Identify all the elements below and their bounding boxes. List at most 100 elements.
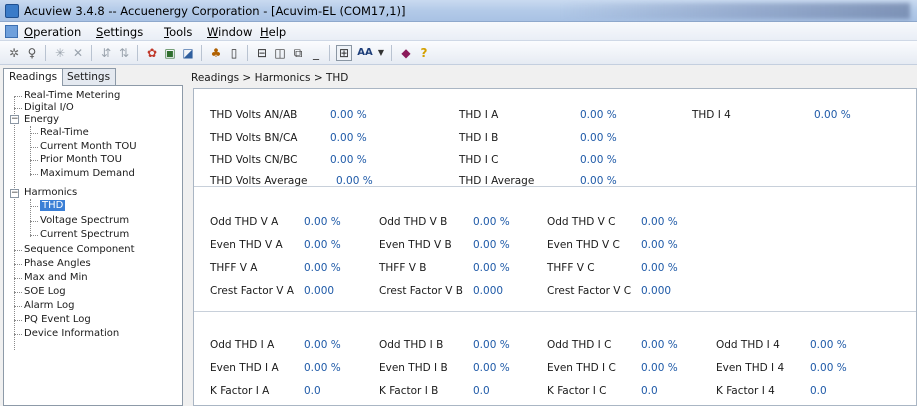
tree-item-label: Real-Time bbox=[40, 127, 89, 138]
tree-item-device-information[interactable]: Device Information bbox=[24, 328, 119, 340]
tree-item-label: Current Spectrum bbox=[40, 229, 130, 240]
star-disabled-icon[interactable]: ✳ bbox=[52, 45, 68, 61]
view-icon[interactable]: ⊞ bbox=[336, 45, 352, 61]
cross-disabled-icon[interactable]: ✕ bbox=[70, 45, 86, 61]
tree-connector bbox=[14, 334, 22, 335]
tree-item-label: Real-Time Metering bbox=[24, 90, 121, 101]
reading-label: THD I 4 bbox=[692, 109, 731, 121]
reading-label: Odd THD V A bbox=[210, 216, 279, 228]
tree-item-digital-io[interactable]: Digital I/O bbox=[24, 102, 74, 114]
dropdown-icon[interactable]: ▼ bbox=[376, 45, 386, 61]
reading-value: 0.00 % bbox=[330, 154, 367, 166]
tree-item-prior-month-tou[interactable]: Prior Month TOU bbox=[40, 154, 122, 166]
reading-label: Even THD V C bbox=[547, 239, 620, 251]
tree-item-current-month-tou[interactable]: Current Month TOU bbox=[40, 141, 137, 153]
monitor-icon[interactable]: ▣ bbox=[162, 45, 178, 61]
reading-value: 0.000 bbox=[641, 285, 672, 297]
reading-value: 0.00 % bbox=[580, 132, 617, 144]
arrows2-disabled-icon[interactable]: ⇅ bbox=[116, 45, 132, 61]
tree-connector bbox=[14, 278, 22, 279]
reading-label: Odd THD I 4 bbox=[716, 339, 780, 351]
document-icon[interactable] bbox=[5, 25, 18, 38]
tree-item-sequence-component[interactable]: Sequence Component bbox=[24, 244, 135, 256]
tree-item-pq-event-log[interactable]: PQ Event Log bbox=[24, 314, 91, 326]
window-title: Acuview 3.4.8 -- Accuenergy Corporation … bbox=[24, 4, 406, 18]
tree-item-label: Current Month TOU bbox=[40, 141, 137, 152]
gear-icon[interactable]: ✲ bbox=[6, 45, 22, 61]
reading-label: K Factor I 4 bbox=[716, 385, 775, 397]
tab-readings[interactable]: Readings bbox=[3, 68, 64, 86]
tree-connector bbox=[14, 96, 15, 350]
menu-operation[interactable]: Operation bbox=[24, 25, 81, 39]
tree-item-max-and-min[interactable]: Max and Min bbox=[24, 272, 88, 284]
flower-icon[interactable]: ✿ bbox=[144, 45, 160, 61]
tree-connector bbox=[30, 174, 38, 175]
vertical-layout-icon[interactable]: ◫ bbox=[272, 45, 288, 61]
readings-panel: Readings > Harmonics > THD THD Volts AN/… bbox=[187, 66, 917, 406]
tree-item-soe-log[interactable]: SOE Log bbox=[24, 286, 66, 298]
menu-tools[interactable]: Tools bbox=[164, 25, 192, 39]
tree-item-phase-angles[interactable]: Phase Angles bbox=[24, 258, 91, 270]
tree-item-current-spectrum[interactable]: Current Spectrum bbox=[40, 229, 129, 241]
tree-connector bbox=[14, 264, 22, 265]
reading-label: Even THD V B bbox=[379, 239, 452, 251]
toolbar-separator bbox=[137, 45, 138, 61]
reading-value: 0.00 % bbox=[641, 216, 678, 228]
horizontal-layout-icon[interactable]: ⊟ bbox=[254, 45, 270, 61]
help-icon[interactable]: ? bbox=[416, 45, 432, 61]
minimize-all-icon[interactable]: _ bbox=[308, 45, 324, 61]
font-size-icon[interactable]: AA bbox=[354, 45, 376, 61]
book-icon[interactable]: ◆ bbox=[398, 45, 414, 61]
reading-label: THFF V B bbox=[379, 262, 427, 274]
tree-item-voltage-spectrum[interactable]: Voltage Spectrum bbox=[40, 215, 129, 227]
reading-value: 0.00 % bbox=[810, 362, 847, 374]
menu-window[interactable]: Window bbox=[207, 25, 252, 39]
menu-bar: Operation Settings Tools Window Help bbox=[0, 22, 917, 41]
tree-item-real-time-metering[interactable]: Real-Time Metering bbox=[24, 90, 120, 102]
reading-label: Odd THD V B bbox=[379, 216, 448, 228]
tree-item-label: PQ Event Log bbox=[24, 314, 91, 325]
tab-settings[interactable]: Settings bbox=[61, 68, 117, 86]
cascade-icon[interactable]: ⧉ bbox=[290, 45, 306, 61]
reading-value: 0.0 bbox=[810, 385, 827, 397]
device-icon[interactable]: ▯ bbox=[226, 45, 242, 61]
collapse-icon[interactable]: − bbox=[10, 189, 19, 198]
reading-value: 0.000 bbox=[304, 285, 335, 297]
tree-connector bbox=[30, 235, 38, 236]
chart-icon[interactable]: ◪ bbox=[180, 45, 196, 61]
network-icon[interactable]: ♣ bbox=[208, 45, 224, 61]
tree-item-energy[interactable]: Energy bbox=[24, 114, 59, 126]
reading-label: K Factor I B bbox=[379, 385, 439, 397]
pin-icon[interactable]: ♀ bbox=[24, 45, 40, 61]
voltage-thd-section: Odd THD V A 0.00 % Even THD V A 0.00 % T… bbox=[194, 200, 916, 312]
reading-value: 0.000 bbox=[473, 285, 504, 297]
reading-value: 0.00 % bbox=[330, 132, 367, 144]
reading-value: 0.00 % bbox=[580, 109, 617, 121]
reading-value: 0.0 bbox=[641, 385, 658, 397]
reading-value: 0.00 % bbox=[330, 109, 367, 121]
tree-item-maximum-demand[interactable]: Maximum Demand bbox=[40, 168, 135, 180]
tree-item-label: SOE Log bbox=[24, 286, 66, 297]
reading-label: THD Volts AN/AB bbox=[210, 109, 298, 121]
tree-item-alarm-log[interactable]: Alarm Log bbox=[24, 300, 74, 312]
tree-item-thd[interactable]: THD bbox=[40, 200, 66, 212]
reading-label: THD I C bbox=[459, 154, 499, 166]
tree-connector bbox=[14, 306, 22, 307]
tree-item-energy-real-time[interactable]: Real-Time bbox=[40, 127, 89, 139]
menu-settings[interactable]: Settings bbox=[96, 25, 143, 39]
toolbar: ✲ ♀ ✳ ✕ ⇵ ⇅ ✿ ▣ ◪ ♣ ▯ ⊟ ◫ ⧉ _ ⊞ AA ▼ ◆ ? bbox=[0, 41, 917, 65]
tree-connector bbox=[30, 147, 38, 148]
tree-item-label: THD bbox=[40, 200, 66, 211]
tree-item-label: Alarm Log bbox=[24, 300, 75, 311]
arrows-disabled-icon[interactable]: ⇵ bbox=[98, 45, 114, 61]
reading-label: Even THD I B bbox=[379, 362, 448, 374]
reading-value: 0.00 % bbox=[304, 239, 341, 251]
menu-help[interactable]: Help bbox=[260, 25, 286, 39]
app-icon[interactable] bbox=[5, 4, 19, 18]
tree-connector bbox=[30, 133, 38, 134]
collapse-icon[interactable]: − bbox=[10, 115, 19, 124]
reading-label: THD Volts BN/CA bbox=[210, 132, 298, 144]
tree-item-harmonics[interactable]: Harmonics bbox=[24, 187, 77, 199]
reading-value: 0.00 % bbox=[810, 339, 847, 351]
toolbar-separator bbox=[329, 45, 330, 61]
